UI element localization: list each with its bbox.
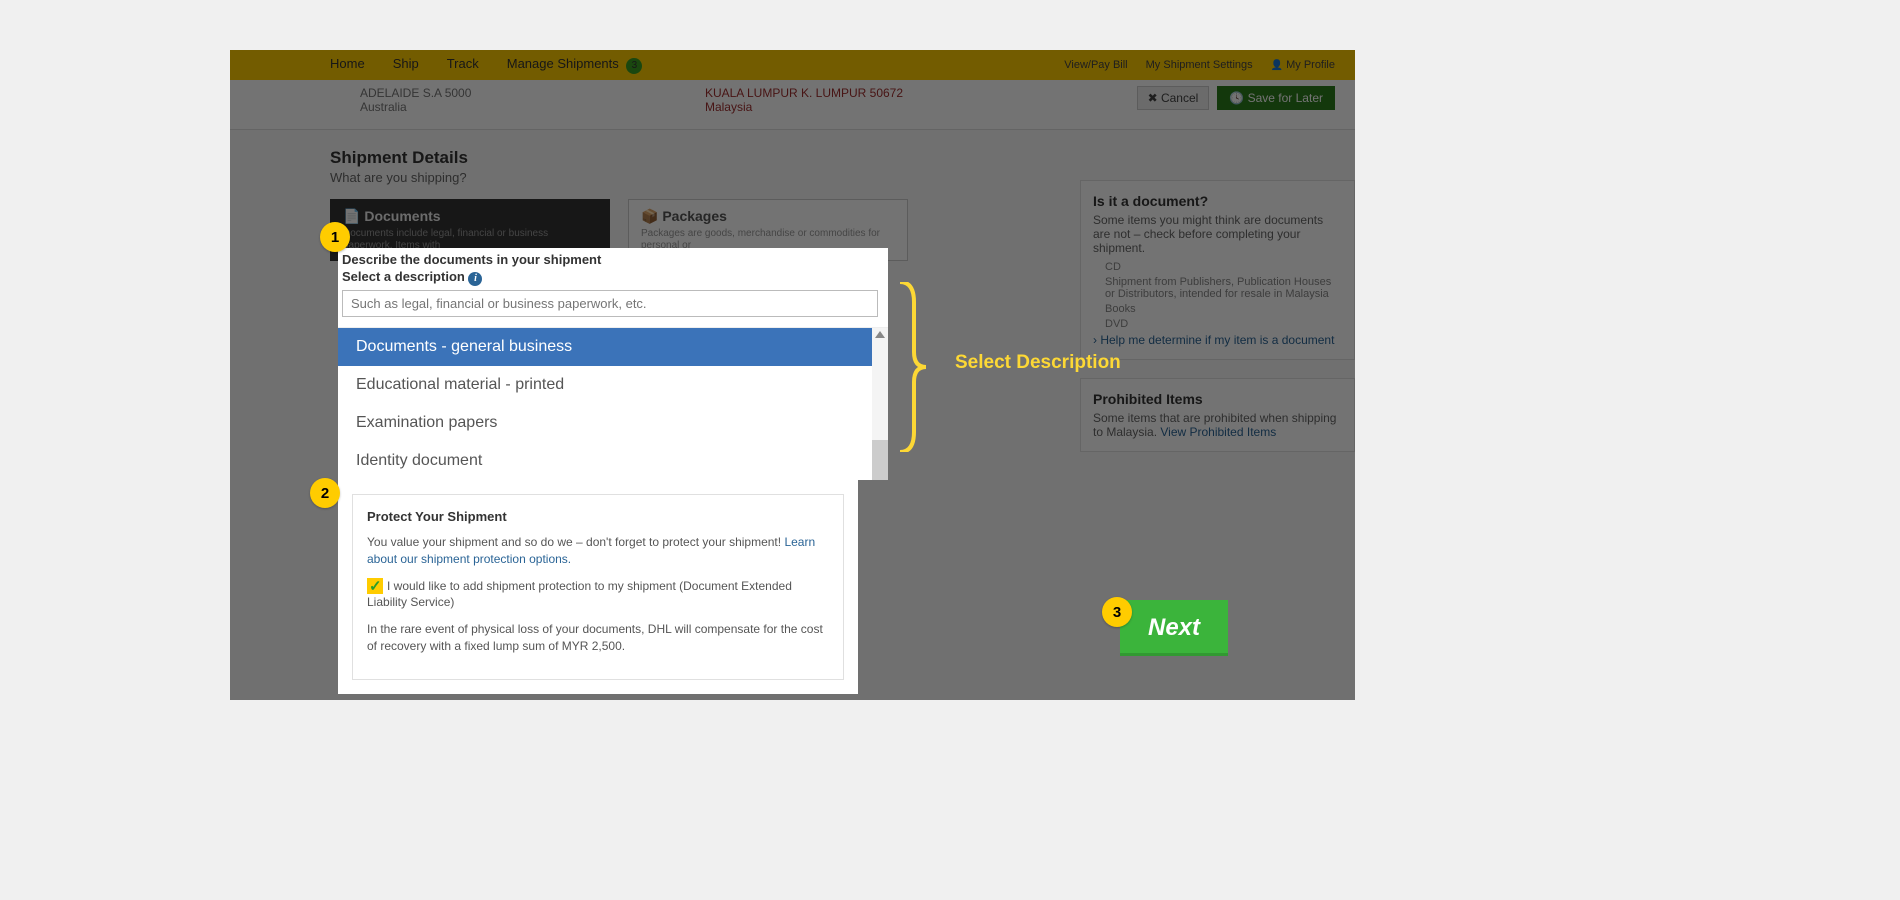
description-dropdown-panel: Describe the documents in your shipment … bbox=[338, 248, 888, 480]
protect-checkbox[interactable] bbox=[367, 578, 383, 594]
dd-option-identity[interactable]: Identity document bbox=[338, 442, 888, 480]
callout-1: 1 bbox=[320, 222, 350, 252]
description-search-input[interactable] bbox=[342, 290, 878, 317]
annotation-brace bbox=[896, 282, 926, 452]
select-description-label: Select a description i bbox=[338, 267, 888, 288]
describe-label: Describe the documents in your shipment bbox=[338, 252, 888, 267]
dd-option-educational[interactable]: Educational material - printed bbox=[338, 366, 888, 404]
next-button[interactable]: Next bbox=[1120, 600, 1228, 656]
protect-checkbox-label: I would like to add shipment protection … bbox=[367, 579, 792, 610]
callout-3: 3 bbox=[1102, 597, 1132, 627]
dd-option-general-business[interactable]: Documents - general business bbox=[338, 328, 888, 366]
protect-title: Protect Your Shipment bbox=[367, 509, 829, 524]
protect-disclaimer: In the rare event of physical loss of yo… bbox=[367, 621, 829, 655]
info-icon[interactable]: i bbox=[468, 272, 482, 286]
description-options-list: Documents - general business Educational… bbox=[338, 327, 888, 480]
annotation-select-description: Select Description bbox=[955, 352, 1121, 374]
scroll-up-icon bbox=[875, 331, 885, 338]
callout-2: 2 bbox=[310, 478, 340, 508]
scroll-thumb[interactable] bbox=[872, 440, 888, 480]
protect-shipment-panel: Protect Your Shipment You value your shi… bbox=[338, 480, 858, 694]
dropdown-scrollbar[interactable] bbox=[872, 328, 888, 480]
dd-option-examination[interactable]: Examination papers bbox=[338, 404, 888, 442]
